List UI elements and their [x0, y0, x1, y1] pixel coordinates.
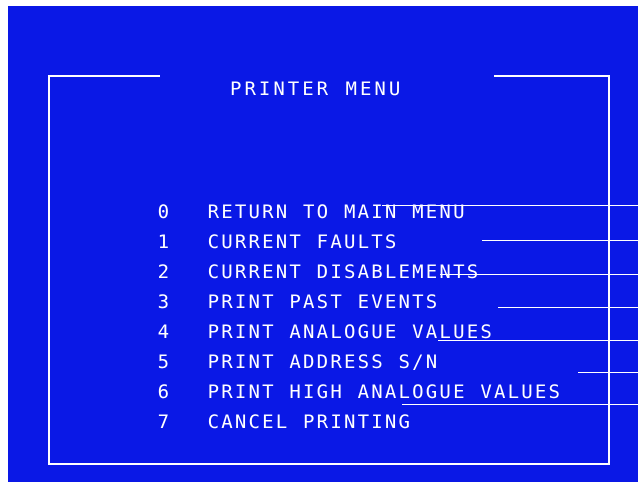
- frame-left: [48, 75, 50, 465]
- menu-item-print-address-sn[interactable]: 5 PRINT ADDRESS S/N: [103, 320, 439, 373]
- leader-line: [498, 307, 638, 308]
- menu-item-print-analogue-values[interactable]: 4 PRINT ANALOGUE VALUES: [103, 290, 494, 343]
- menu-item-current-faults[interactable]: 1 CURRENT FAULTS: [103, 200, 399, 253]
- menu-item-current-disablements[interactable]: 2 CURRENT DISABLEMENTS: [103, 230, 480, 283]
- menu-item-label: CANCEL PRINTING: [207, 411, 413, 433]
- menu-item-number: 7: [157, 411, 172, 433]
- leader-line: [440, 274, 638, 275]
- frame-right: [608, 75, 610, 465]
- leader-line: [482, 240, 638, 241]
- leader-line: [578, 372, 638, 373]
- menu-title: PRINTER MENU: [230, 78, 404, 100]
- menu-item-print-past-events[interactable]: 3 PRINT PAST EVENTS: [103, 260, 439, 313]
- leader-line: [438, 340, 638, 341]
- menu-item-print-high-analogue-values[interactable]: 6 PRINT HIGH ANALOGUE VALUES: [103, 350, 562, 403]
- frame-top-right: [494, 75, 610, 77]
- menu-item-return-to-main-menu[interactable]: 0 RETURN TO MAIN MENU: [103, 170, 467, 223]
- leader-line: [382, 205, 638, 206]
- frame-top-left: [48, 75, 160, 77]
- menu-item-cancel-printing[interactable]: 7 CANCEL PRINTING: [103, 380, 412, 433]
- frame-bottom: [48, 463, 610, 465]
- terminal-screen: PRINTER MENU 0 RETURN TO MAIN MENU 1 CURRE…: [8, 6, 638, 482]
- leader-line: [402, 404, 638, 405]
